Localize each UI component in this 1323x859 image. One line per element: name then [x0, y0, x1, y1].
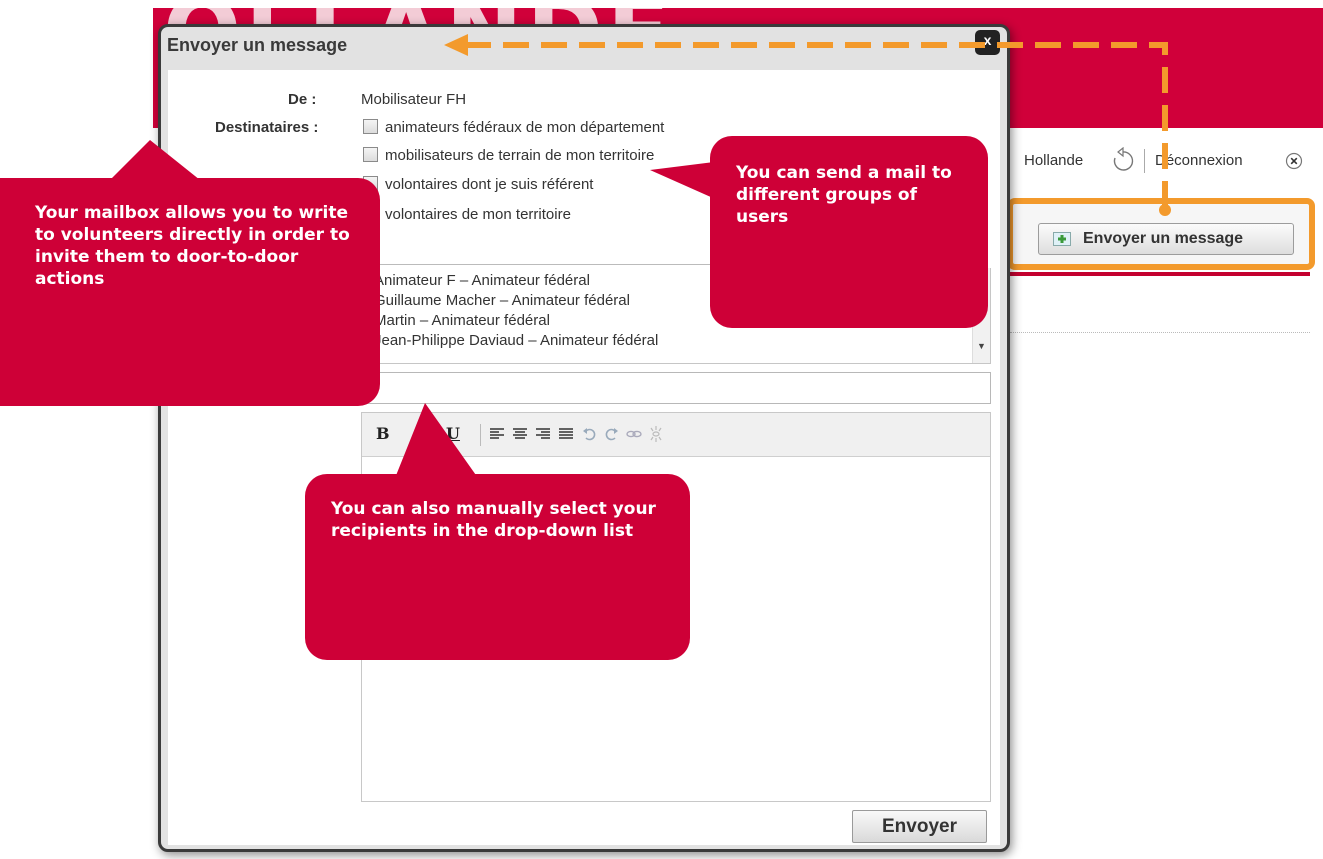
- callout-tail: [395, 403, 478, 478]
- callout-manual-select: You can also manually select your recipi…: [305, 474, 690, 660]
- annotation-overlay: [110, 34, 1171, 478]
- callout-mailbox: Your mailbox allows you to write to volu…: [0, 178, 380, 406]
- callout-groups: You can send a mail to different groups …: [710, 136, 988, 328]
- arrow-anchor: [1159, 204, 1171, 216]
- callout-tail: [110, 140, 200, 180]
- arrow-head: [444, 34, 468, 56]
